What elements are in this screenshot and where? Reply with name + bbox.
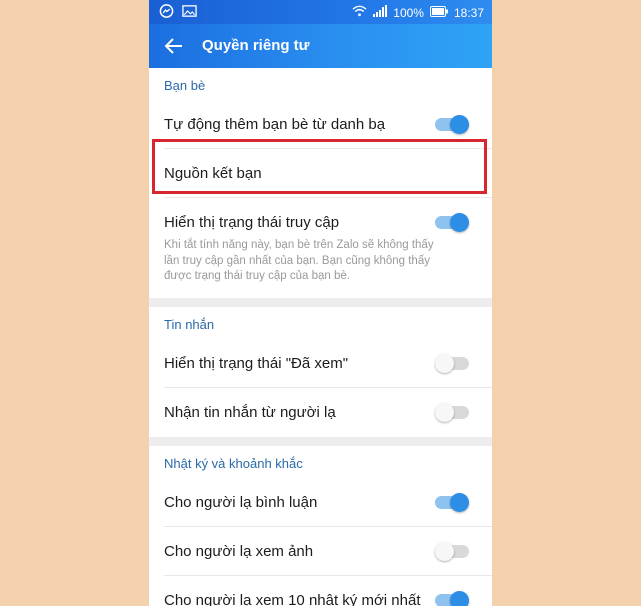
setting-seen-status[interactable]: Hiển thị trạng thái "Đã xem" (149, 339, 492, 388)
auto-add-friends-toggle[interactable] (435, 115, 469, 134)
setting-label: Hiển thị trạng thái "Đã xem" (164, 355, 349, 372)
stranger-photos-toggle[interactable] (435, 542, 469, 561)
seen-status-toggle[interactable] (435, 354, 469, 373)
setting-label: Tự động thêm bạn bè từ danh bạ (164, 116, 386, 133)
clock: 18:37 (453, 5, 484, 20)
image-icon (182, 4, 197, 22)
wifi-icon (352, 5, 367, 20)
stranger-comment-toggle[interactable] (435, 493, 469, 512)
setting-messages-from-strangers[interactable]: Nhận tin nhắn từ người lạ (149, 388, 492, 437)
section-title-timeline: Nhật ký và khoảnh khắc (164, 456, 303, 471)
messages-from-strangers-toggle[interactable] (435, 403, 469, 422)
show-access-status-toggle[interactable] (435, 213, 469, 232)
section-title-friends: Bạn bè (164, 78, 206, 93)
setting-stranger-comment[interactable]: Cho người lạ bình luận (149, 478, 492, 527)
setting-label: Cho người lạ xem ảnh (164, 543, 314, 560)
setting-label: Cho người lạ xem 10 nhật ký mới nhất (164, 592, 421, 606)
page-title: Quyền riêng tư (202, 37, 310, 54)
setting-label: Cho người lạ bình luận (164, 494, 318, 511)
setting-label: Nhận tin nhắn từ người lạ (164, 404, 336, 421)
section-divider (149, 298, 492, 307)
status-bar: 100% 18:37 (149, 0, 492, 24)
arrow-left-icon[interactable] (163, 35, 185, 57)
section-divider (149, 437, 492, 446)
settings-list: Bạn bè Tự động thêm bạn bè từ danh bạ Ng… (149, 68, 492, 606)
messenger-icon (159, 4, 174, 22)
setting-description: Khi tắt tính năng này, bạn bè trên Zalo … (164, 239, 434, 282)
battery-level: 100% (393, 5, 424, 20)
signal-icon (373, 5, 388, 20)
setting-stranger-posts[interactable]: Cho người lạ xem 10 nhật ký mới nhất (149, 576, 492, 606)
setting-auto-add-friends[interactable]: Tự động thêm bạn bè từ danh bạ (149, 100, 492, 149)
stranger-posts-toggle[interactable] (435, 591, 469, 606)
setting-label: Nguồn kết bạn (164, 165, 262, 182)
setting-show-access-status[interactable]: Hiển thị trạng thái truy cập (149, 198, 492, 247)
setting-friend-source[interactable]: Nguồn kết bạn (149, 149, 492, 198)
app-bar: Quyền riêng tư (149, 24, 492, 68)
setting-label: Hiển thị trạng thái truy cập (164, 214, 340, 231)
section-title-messages: Tin nhắn (164, 317, 215, 332)
phone-screen: 100% 18:37 Quyền riêng tư Bạn bè Tự động… (149, 0, 492, 606)
setting-stranger-photos[interactable]: Cho người lạ xem ảnh (149, 527, 492, 576)
battery-icon (429, 5, 448, 20)
